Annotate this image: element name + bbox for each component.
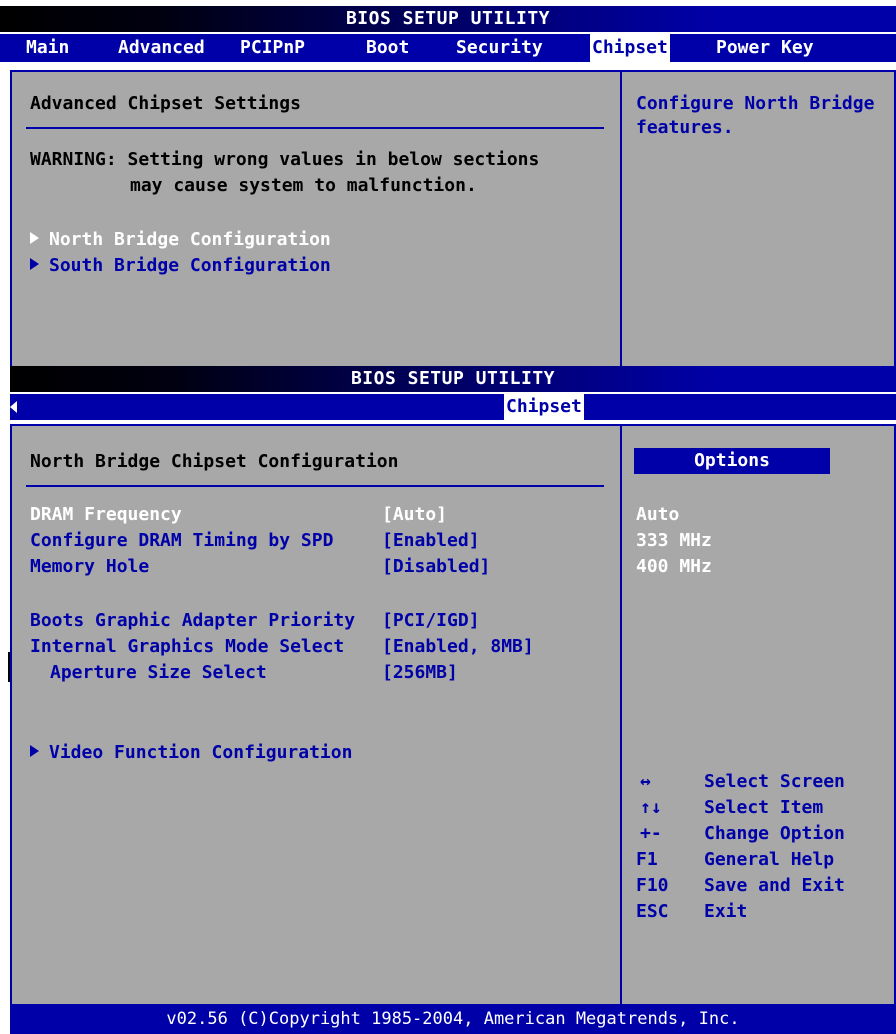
submenu-label: South Bridge Configuration (49, 255, 331, 276)
key-plus-minus: +- (640, 823, 662, 844)
top-help-line-2: features. (636, 117, 734, 138)
setting-value: [Enabled] (382, 530, 480, 551)
warning-line-1: WARNING: Setting wrong values in below s… (30, 149, 540, 170)
setting-label: Configure DRAM Timing by SPD (30, 530, 334, 551)
key-desc: Select Item (704, 797, 824, 818)
options-header: Options (634, 448, 830, 474)
setting-row-aperture-size[interactable]: Aperture Size Select [256MB] (30, 661, 610, 685)
top-heading: Advanced Chipset Settings (30, 93, 301, 114)
scroll-left-icon[interactable] (10, 401, 17, 413)
key-desc: Save and Exit (704, 875, 845, 896)
copyright-text: v02.56 (C)Copyright 1985-2004, American … (166, 1009, 740, 1029)
bottom-title-bar: BIOS SETUP UTILITY (10, 366, 896, 392)
top-heading-rule (26, 127, 604, 129)
setting-row-dram-frequency[interactable]: DRAM Frequency [Auto] (30, 503, 610, 527)
setting-label: Boots Graphic Adapter Priority (30, 610, 356, 631)
tab-boot[interactable]: Boot (366, 34, 409, 62)
setting-row-graphics-mode-select[interactable]: Internal Graphics Mode Select [Enabled, … (30, 635, 610, 659)
setting-label: Aperture Size Select (50, 662, 267, 683)
bottom-heading-rule (26, 485, 604, 487)
tab-security[interactable]: Security (456, 34, 543, 62)
tab-chipset-active[interactable]: Chipset (504, 394, 584, 420)
key-f10: F10 (636, 875, 669, 896)
setting-row-graphic-adapter-priority[interactable]: Boots Graphic Adapter Priority [PCI/IGD] (30, 609, 610, 633)
key-esc: ESC (636, 901, 669, 922)
north-bridge-submenu[interactable]: North Bridge Configuration (30, 228, 331, 252)
submenu-arrow-icon (30, 258, 39, 270)
key-arrows-ud-icon: ↑↓ (640, 797, 662, 818)
edge-mark (8, 652, 10, 682)
option-item[interactable]: Auto (636, 503, 679, 527)
tab-pcipnp[interactable]: PCIPnP (240, 34, 305, 62)
bottom-menu-bar: Chipset (10, 394, 896, 420)
copyright-footer: v02.56 (C)Copyright 1985-2004, American … (10, 1004, 896, 1034)
bottom-heading: North Bridge Chipset Configuration (30, 451, 399, 472)
setting-row-dram-timing-spd[interactable]: Configure DRAM Timing by SPD [Enabled] (30, 529, 610, 553)
video-function-submenu[interactable]: Video Function Configuration (30, 741, 352, 765)
submenu-label: Video Function Configuration (49, 742, 353, 763)
setting-value: [Enabled, 8MB] (382, 636, 534, 657)
key-arrows-lr-icon: ↔ (640, 771, 651, 792)
setting-label: Internal Graphics Mode Select (30, 636, 345, 657)
key-desc: General Help (704, 849, 835, 870)
option-item[interactable]: 333 MHz (636, 529, 712, 553)
south-bridge-submenu[interactable]: South Bridge Configuration (30, 254, 331, 278)
key-desc: Select Screen (704, 771, 845, 792)
top-menu-bar: Main Advanced PCIPnP Boot Security Chips… (0, 34, 896, 62)
tab-chipset[interactable]: Chipset (590, 34, 670, 62)
top-title: BIOS SETUP UTILITY (345, 8, 551, 29)
options-title: Options (694, 450, 770, 471)
tab-main[interactable]: Main (26, 34, 69, 62)
key-desc: Change Option (704, 823, 845, 844)
option-item[interactable]: 400 MHz (636, 555, 712, 579)
setting-value: [PCI/IGD] (382, 610, 480, 631)
bottom-panel-divider (620, 424, 622, 1006)
setting-label: DRAM Frequency (30, 504, 182, 525)
key-desc: Exit (704, 901, 748, 922)
submenu-arrow-icon (30, 745, 39, 757)
setting-row-memory-hole[interactable]: Memory Hole [Disabled] (30, 555, 610, 579)
bottom-title: BIOS SETUP UTILITY (350, 368, 556, 389)
setting-label: Memory Hole (30, 556, 150, 577)
submenu-arrow-icon (30, 232, 39, 244)
top-title-bar: BIOS SETUP UTILITY (0, 6, 896, 32)
top-help-line-1: Configure North Bridge (636, 93, 875, 114)
setting-value: [256MB] (382, 662, 458, 683)
tab-power-key[interactable]: Power Key (716, 34, 814, 62)
warning-line-2: may cause system to malfunction. (130, 175, 477, 196)
top-panel-divider (620, 70, 622, 370)
submenu-label: North Bridge Configuration (49, 229, 331, 250)
tab-advanced[interactable]: Advanced (118, 34, 205, 62)
setting-value: [Disabled] (382, 556, 491, 577)
setting-value: [Auto] (382, 504, 448, 525)
key-f1: F1 (636, 849, 658, 870)
